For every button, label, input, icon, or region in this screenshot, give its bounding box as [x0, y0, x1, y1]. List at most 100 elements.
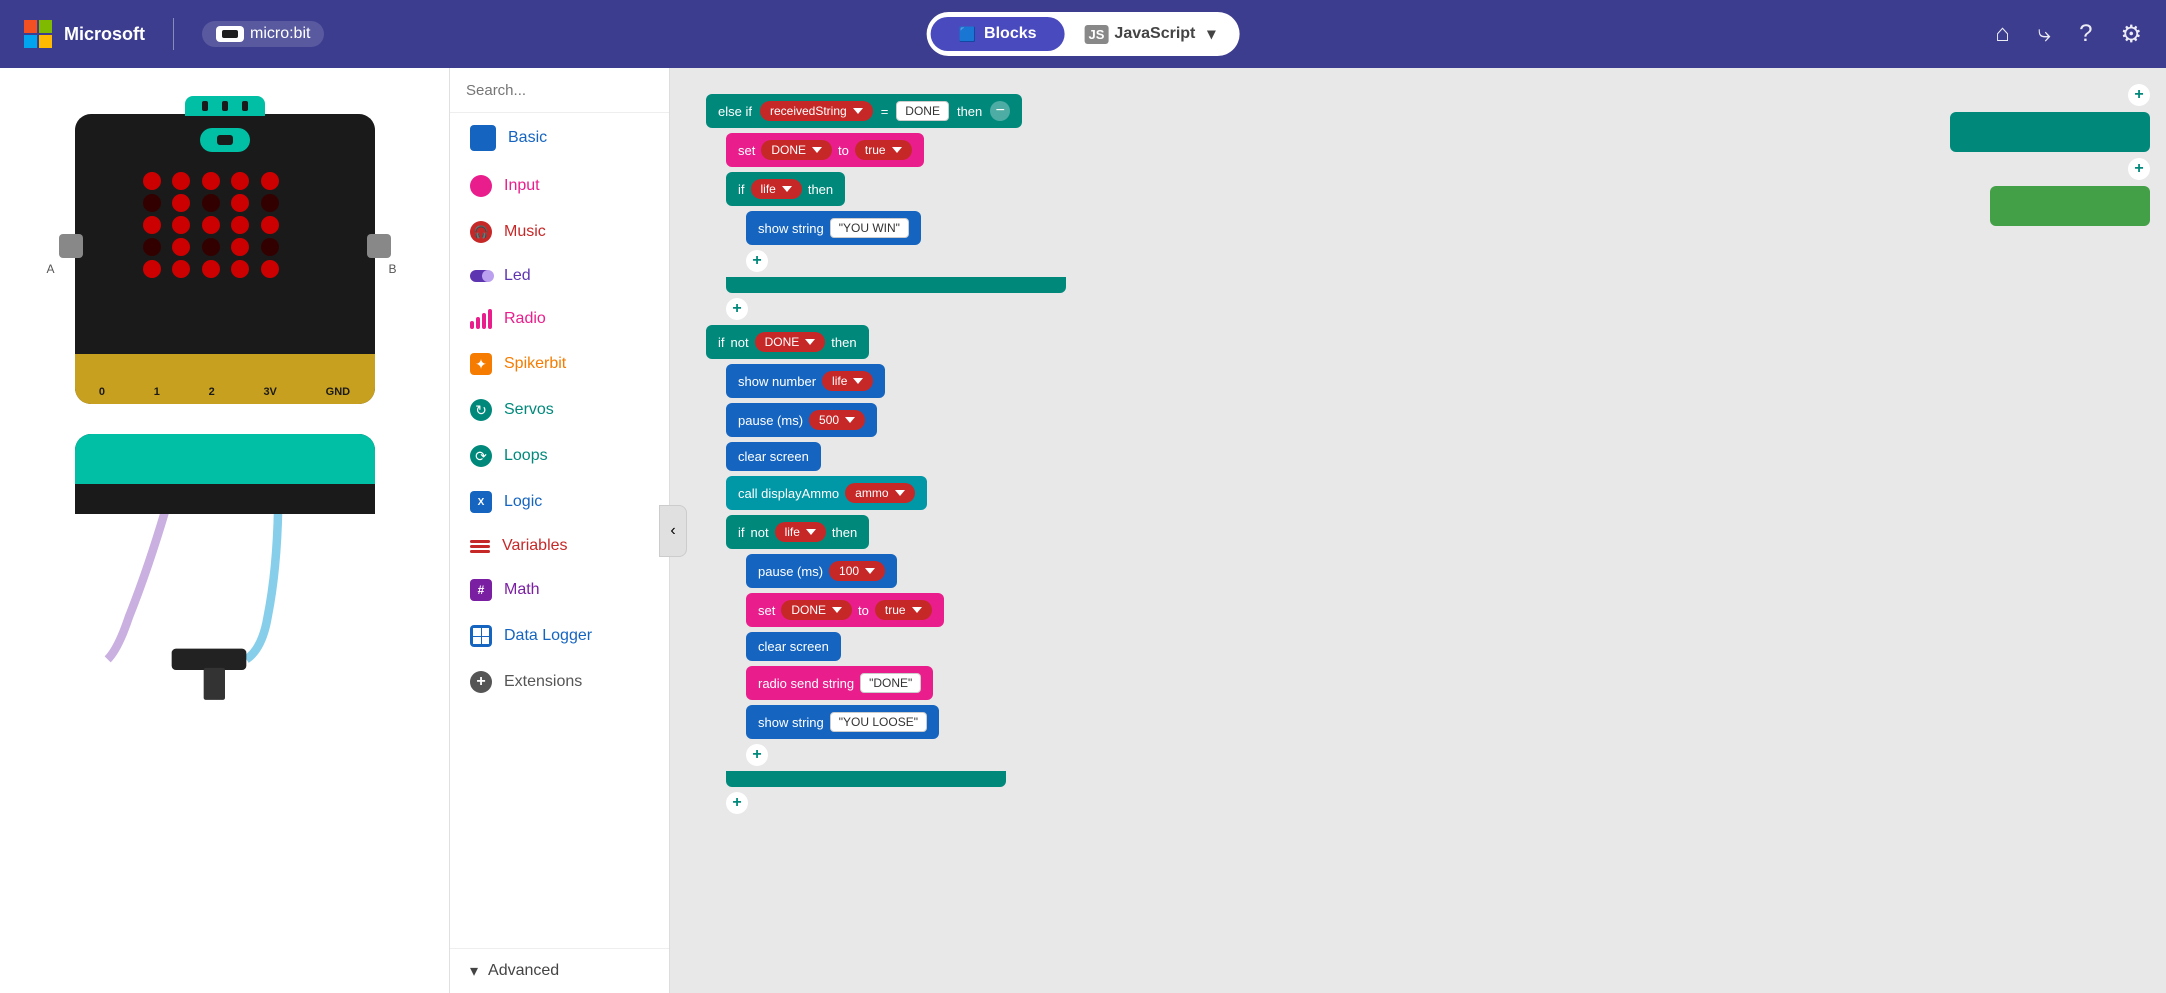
plus-row4: + [726, 792, 2150, 814]
header-divider [173, 18, 174, 50]
sidebar-item-music[interactable]: 🎧 Music [450, 209, 669, 255]
led-matrix [135, 164, 295, 284]
button-a[interactable] [59, 234, 83, 258]
not-label: not [731, 335, 749, 350]
loops-icon: ⟳ [470, 445, 492, 467]
radio-send-block[interactable]: radio send string "DONE" [746, 666, 933, 700]
then-label2: then [808, 182, 833, 197]
else-if-block[interactable]: else if receivedString = DONE then − [706, 94, 1022, 128]
sidebar-item-advanced[interactable]: ▾ Advanced [450, 948, 669, 993]
call-display-ammo-block[interactable]: call displayAmmo ammo [726, 476, 927, 510]
then2-label: then [831, 335, 856, 350]
pause2-block[interactable]: pause (ms) 100 [746, 554, 897, 588]
life-var[interactable]: life [751, 179, 802, 199]
you-loose-val[interactable]: "YOU LOOSE" [830, 712, 927, 732]
input-icon [470, 175, 492, 197]
pause2-val[interactable]: 100 [829, 561, 885, 581]
help-icon[interactable]: ? [2079, 20, 2092, 48]
ammo-val[interactable]: ammo [845, 483, 914, 503]
clear-screen-block[interactable]: clear screen [726, 442, 821, 471]
right-plus-1[interactable]: + [2128, 84, 2150, 106]
logic-icon: X [470, 491, 492, 513]
plus-button-1[interactable]: + [746, 250, 768, 272]
minus-button[interactable]: − [990, 101, 1010, 121]
end-if2-row [726, 771, 2150, 787]
home-icon[interactable]: ⌂ [1995, 20, 2010, 48]
done-var[interactable]: DONE [761, 140, 832, 160]
call-label: call displayAmmo [738, 486, 839, 501]
pause-block[interactable]: pause (ms) 500 [726, 403, 877, 437]
then3-label: then [832, 525, 857, 540]
if-not-life-block[interactable]: if not life then [726, 515, 869, 549]
sidebar-item-basic[interactable]: Basic [450, 113, 669, 163]
led-label: Led [504, 267, 531, 285]
sidebar-item-variables[interactable]: Variables [450, 525, 669, 567]
plus-row2: + [726, 298, 2150, 320]
done-value[interactable]: DONE [896, 101, 949, 121]
dropdown-icon [912, 607, 922, 613]
true2-val[interactable]: true [875, 600, 932, 620]
sidebar-item-extensions[interactable]: + Extensions [450, 659, 669, 705]
show-string2-block[interactable]: show string "YOU LOOSE" [746, 705, 939, 739]
toolbox-search-bar: 🔍 [450, 68, 669, 113]
extensions-label: Extensions [504, 673, 582, 691]
received-string-val[interactable]: receivedString [760, 101, 873, 121]
done-str-val[interactable]: "DONE" [860, 673, 921, 693]
led-dot [231, 260, 249, 278]
sidebar-item-math[interactable]: # Math [450, 567, 669, 613]
sidebar-item-led[interactable]: Led [450, 255, 669, 297]
life-var3[interactable]: life [775, 522, 826, 542]
variables-icon [470, 540, 490, 553]
servos-label: Servos [504, 401, 554, 419]
javascript-tab[interactable]: JS JavaScript ▾ [1065, 16, 1236, 52]
plus-button-3[interactable]: + [746, 744, 768, 766]
plus-button-2[interactable]: + [726, 298, 748, 320]
done-var2[interactable]: DONE [755, 332, 826, 352]
led-icon [470, 270, 492, 282]
workspace[interactable]: else if receivedString = DONE then − [670, 68, 2166, 993]
sidebar-item-input[interactable]: Input [450, 163, 669, 209]
settings-icon[interactable]: ⚙ [2120, 20, 2142, 49]
radio-send-row: radio send string "DONE" [746, 666, 2150, 700]
sidebar-item-spikerbit[interactable]: ✦ Spikerbit [450, 341, 669, 387]
blocks-label: Blocks [984, 25, 1036, 43]
share-icon[interactable]: ⤷ [2038, 20, 2051, 48]
led-dot [143, 194, 161, 212]
search-input[interactable] [466, 82, 665, 99]
clear-screen2-block[interactable]: clear screen [746, 632, 841, 661]
led-dot [143, 216, 161, 234]
main-layout: A B [0, 68, 2166, 993]
blocks-tab[interactable]: 🟦 Blocks [931, 17, 1065, 51]
life-var2[interactable]: life [822, 371, 873, 391]
sidebar-item-servos[interactable]: ↻ Servos [450, 387, 669, 433]
sidebar-item-logic[interactable]: X Logic [450, 479, 669, 525]
variables-label: Variables [502, 537, 568, 555]
if-life-block[interactable]: if life then [726, 172, 845, 206]
toolbox-collapse-button[interactable]: ‹ [659, 505, 687, 557]
sidebar-item-loops[interactable]: ⟳ Loops [450, 433, 669, 479]
not2-label: not [751, 525, 769, 540]
pause-val[interactable]: 500 [809, 410, 865, 430]
dropdown-icon [853, 378, 863, 384]
true-val[interactable]: true [855, 140, 912, 160]
show-string2-label: show string [758, 715, 824, 730]
sidebar-item-datalogger[interactable]: Data Logger [450, 613, 669, 659]
button-b[interactable] [367, 234, 391, 258]
done2-var[interactable]: DONE [781, 600, 852, 620]
radio-label: Radio [504, 310, 546, 328]
sidebar-item-radio[interactable]: Radio [450, 297, 669, 341]
set-label: set [738, 143, 755, 158]
you-win-val[interactable]: "YOU WIN" [830, 218, 909, 238]
set-done2-block[interactable]: set DONE to true [746, 593, 944, 627]
spikerbit-label: Spikerbit [504, 355, 566, 373]
set-done-block[interactable]: set DONE to true [726, 133, 924, 167]
clear-screen-label: clear screen [738, 449, 809, 464]
simulator-panel: A B [0, 68, 450, 993]
if-not-done-block[interactable]: if not DONE then [706, 325, 869, 359]
show-number-block[interactable]: show number life [726, 364, 885, 398]
advanced-chevron-icon: ▾ [470, 961, 478, 981]
show-string-block[interactable]: show string "YOU WIN" [746, 211, 921, 245]
button-a-label: A [47, 262, 55, 276]
plus-button-4[interactable]: + [726, 792, 748, 814]
right-plus-2[interactable]: + [2128, 158, 2150, 180]
